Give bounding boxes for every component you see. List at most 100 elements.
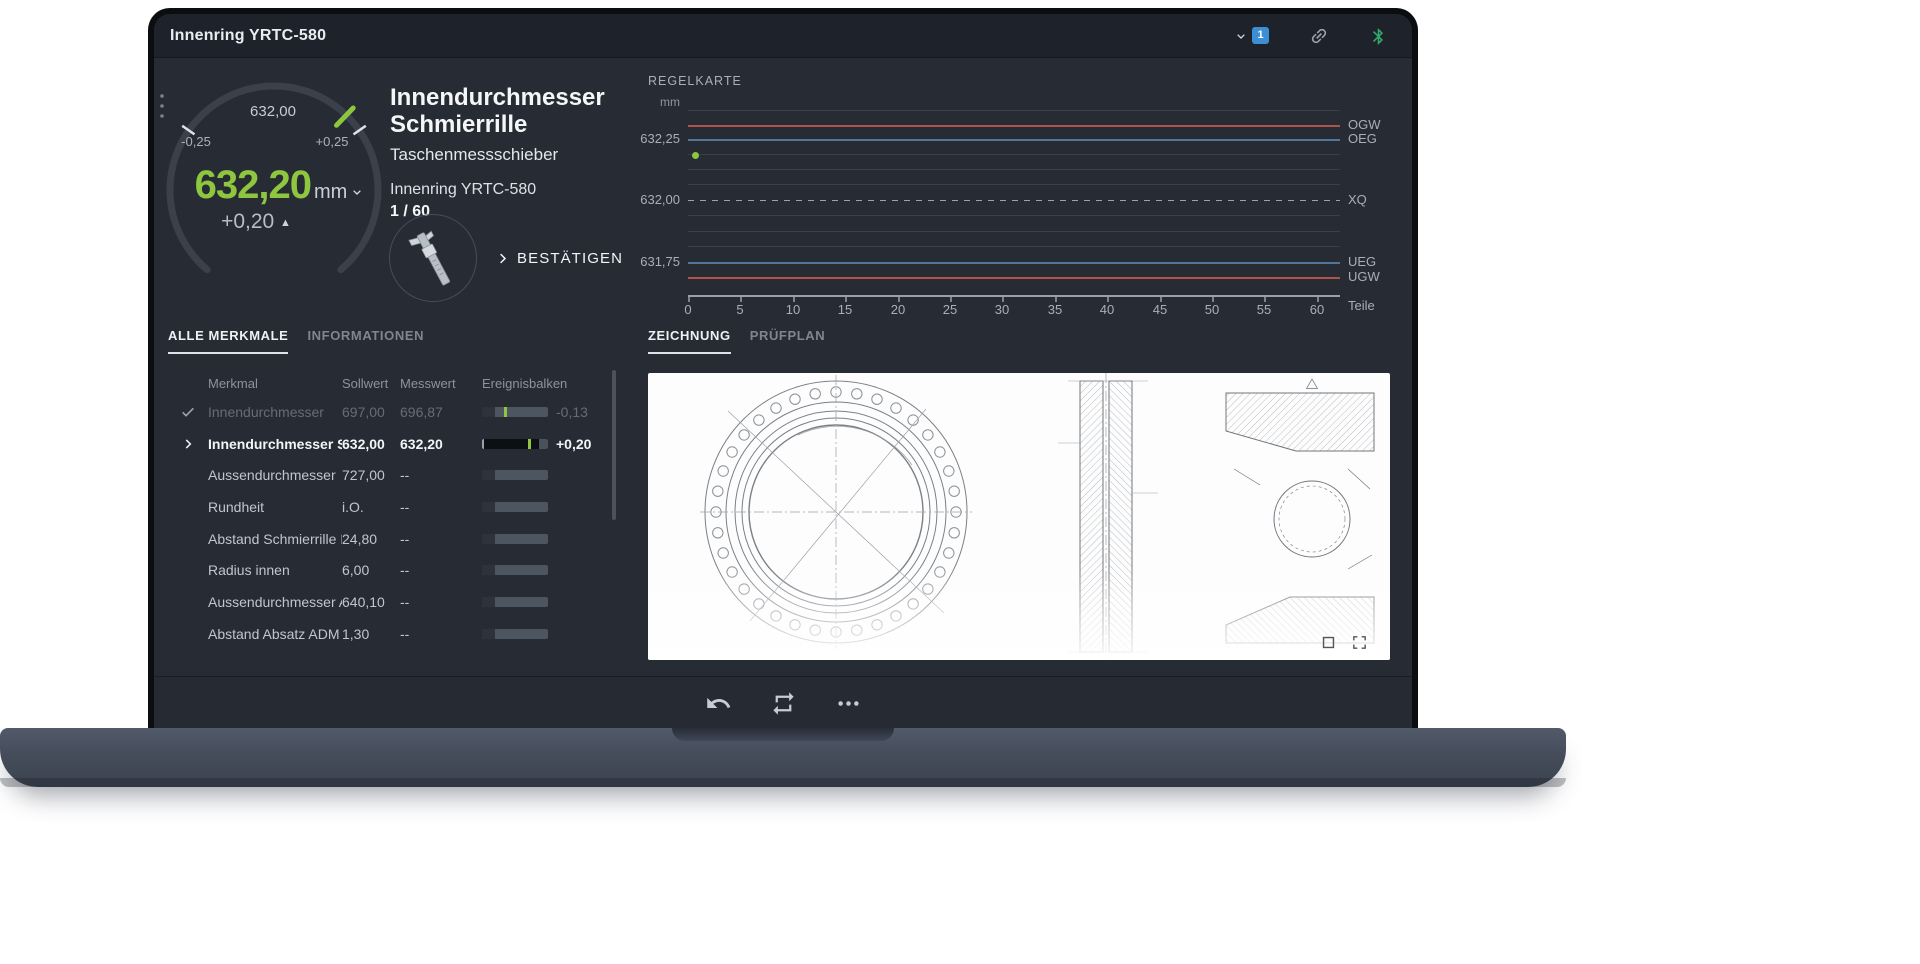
check-icon <box>168 404 208 420</box>
measurement-name-line2: Schmierrille <box>390 111 650 138</box>
table-row[interactable]: Radius innen 6,00 -- <box>154 554 634 586</box>
gauge-deviation-value: +0,20 <box>221 210 274 233</box>
drawing-note-icon <box>1307 379 1318 389</box>
limit-label-ueg: UEG <box>1348 254 1376 269</box>
y-tick-label: 632,25 <box>614 131 680 146</box>
tab-pruefplan[interactable]: PRÜFPLAN <box>750 328 826 354</box>
x-tick-label: 60 <box>1305 302 1329 317</box>
chevron-right-icon <box>168 437 208 451</box>
laptop-base <box>0 728 1566 787</box>
gauge-unit: mm <box>314 181 347 203</box>
row-messwert: 632,20 <box>400 436 470 452</box>
table-row[interactable]: Abstand Absatz ADM 1,30 -- <box>154 618 634 650</box>
x-axis-line <box>688 295 1340 297</box>
x-tick-label: 55 <box>1252 302 1276 317</box>
table-row[interactable]: Innendurchmesser 697,00 696,87 -0,13 <box>154 396 634 428</box>
x-tick-label: 5 <box>728 302 752 317</box>
more-icon[interactable] <box>835 690 862 717</box>
table-row-active[interactable]: Innendurchmesser Sch 632,00 632,20 +0,20 <box>154 428 634 460</box>
merkmal-list: Innendurchmesser 697,00 696,87 -0,13 Inn… <box>154 396 634 650</box>
confirm-button[interactable]: BESTÄTIGEN <box>495 244 623 272</box>
row-messwert: -- <box>400 626 470 642</box>
row-messwert: -- <box>400 467 470 483</box>
row-sollwert: 640,10 <box>342 594 400 610</box>
drawing-fade <box>648 565 1390 660</box>
link-icon[interactable] <box>1309 26 1329 46</box>
table-row[interactable]: Aussendurchmesser A 640,10 -- <box>154 586 634 618</box>
table-header: Merkmal Sollwert Messwert Ereignisbalken <box>154 372 634 394</box>
notification-badge[interactable]: 1 <box>1252 27 1269 44</box>
right-tab-bar: ZEICHNUNG PRÜFPLAN <box>648 328 825 354</box>
x-tick-label: 40 <box>1095 302 1119 317</box>
row-delta: +0,20 <box>556 436 620 452</box>
row-name: Innendurchmesser Sch <box>208 436 342 452</box>
row-sollwert: 697,00 <box>342 404 400 420</box>
chart-title: REGELKARTE <box>648 74 742 88</box>
limit-label-ogw: OGW <box>1348 117 1381 132</box>
header-ereignisbalken: Ereignisbalken <box>482 376 567 391</box>
repeat-icon[interactable] <box>770 690 797 717</box>
crop-square-icon[interactable] <box>1320 634 1337 651</box>
deviation-up-arrow-icon: ▲ <box>280 217 291 229</box>
row-messwert: 696,87 <box>400 404 470 420</box>
tab-zeichnung[interactable]: ZEICHNUNG <box>648 328 731 354</box>
fullscreen-icon[interactable] <box>1351 634 1368 651</box>
x-tick-label: 35 <box>1043 302 1067 317</box>
tab-alle-merkmale[interactable]: ALLE MERKMALE <box>168 328 288 354</box>
app-window: Innenring YRTC-580 1 <box>154 14 1412 730</box>
gauge-nominal: 632,00 <box>213 103 333 120</box>
row-messwert: -- <box>400 562 470 578</box>
table-row[interactable]: Rundheit i.O. -- <box>154 491 634 523</box>
ugw-limit-line <box>688 277 1340 279</box>
titlebar-icons: 1 <box>1233 14 1388 58</box>
gauge-tolerance-minus: -0,25 <box>166 134 226 149</box>
gauge-deviation: +0,20 ▲ <box>181 210 331 234</box>
chevron-right-icon <box>495 251 510 266</box>
event-bar <box>482 534 548 544</box>
xq-mean-line <box>688 200 1340 201</box>
list-scrollbar[interactable] <box>612 370 616 520</box>
event-bar <box>482 565 548 575</box>
bluetooth-icon[interactable] <box>1369 27 1388 46</box>
gauge-tolerance-plus: +0,25 <box>302 134 362 149</box>
event-bar <box>482 629 548 639</box>
header-sollwert: Sollwert <box>342 376 400 391</box>
undo-icon[interactable] <box>705 690 732 717</box>
x-tick-label: 30 <box>990 302 1014 317</box>
measurement-data-point <box>692 152 699 159</box>
drawing-tools <box>1320 634 1368 651</box>
table-row[interactable]: Aussendurchmesser 727,00 -- <box>154 459 634 491</box>
oeg-control-line <box>688 139 1340 141</box>
row-delta: -0,13 <box>556 404 620 420</box>
page: Innenring YRTC-580 1 <box>0 0 1920 964</box>
header-merkmal: Merkmal <box>208 376 342 391</box>
ueg-control-line <box>688 262 1340 264</box>
row-name: Abstand Schmierrille I <box>208 531 342 547</box>
header-messwert: Messwert <box>400 376 470 391</box>
notifications-dropdown[interactable]: 1 <box>1233 28 1269 45</box>
control-chart-plot <box>688 110 1340 310</box>
confirm-label: BESTÄTIGEN <box>517 250 623 267</box>
tab-informationen[interactable]: INFORMATIONEN <box>307 328 424 354</box>
measurement-headline: Innendurchmesser Schmierrille Taschenmes… <box>390 84 650 221</box>
gauge-value-line: 632,20mm <box>174 163 386 208</box>
gauge-unit-dropdown[interactable] <box>349 184 365 205</box>
row-sollwert: 632,00 <box>342 436 400 452</box>
x-tick-label: 0 <box>676 302 700 317</box>
y-axis-unit: mm <box>614 95 680 109</box>
gauge-value: 632,20 <box>195 163 311 207</box>
table-row[interactable]: Abstand Schmierrille I 24,80 -- <box>154 523 634 555</box>
x-axis-labels: 0 5 10 15 20 25 30 35 40 45 50 55 60 <box>688 302 1348 318</box>
row-sollwert: 6,00 <box>342 562 400 578</box>
bottom-toolbar <box>154 676 1412 730</box>
event-bar <box>482 502 548 512</box>
event-bar <box>482 439 548 449</box>
row-messwert: -- <box>400 531 470 547</box>
caliper-icon <box>396 221 470 295</box>
x-tick-label: 10 <box>781 302 805 317</box>
row-name: Aussendurchmesser <box>208 467 342 483</box>
laptop-screen: Innenring YRTC-580 1 <box>148 8 1418 730</box>
event-bar <box>482 407 548 417</box>
chevron-down-icon <box>1233 28 1249 44</box>
row-sollwert: i.O. <box>342 499 400 515</box>
